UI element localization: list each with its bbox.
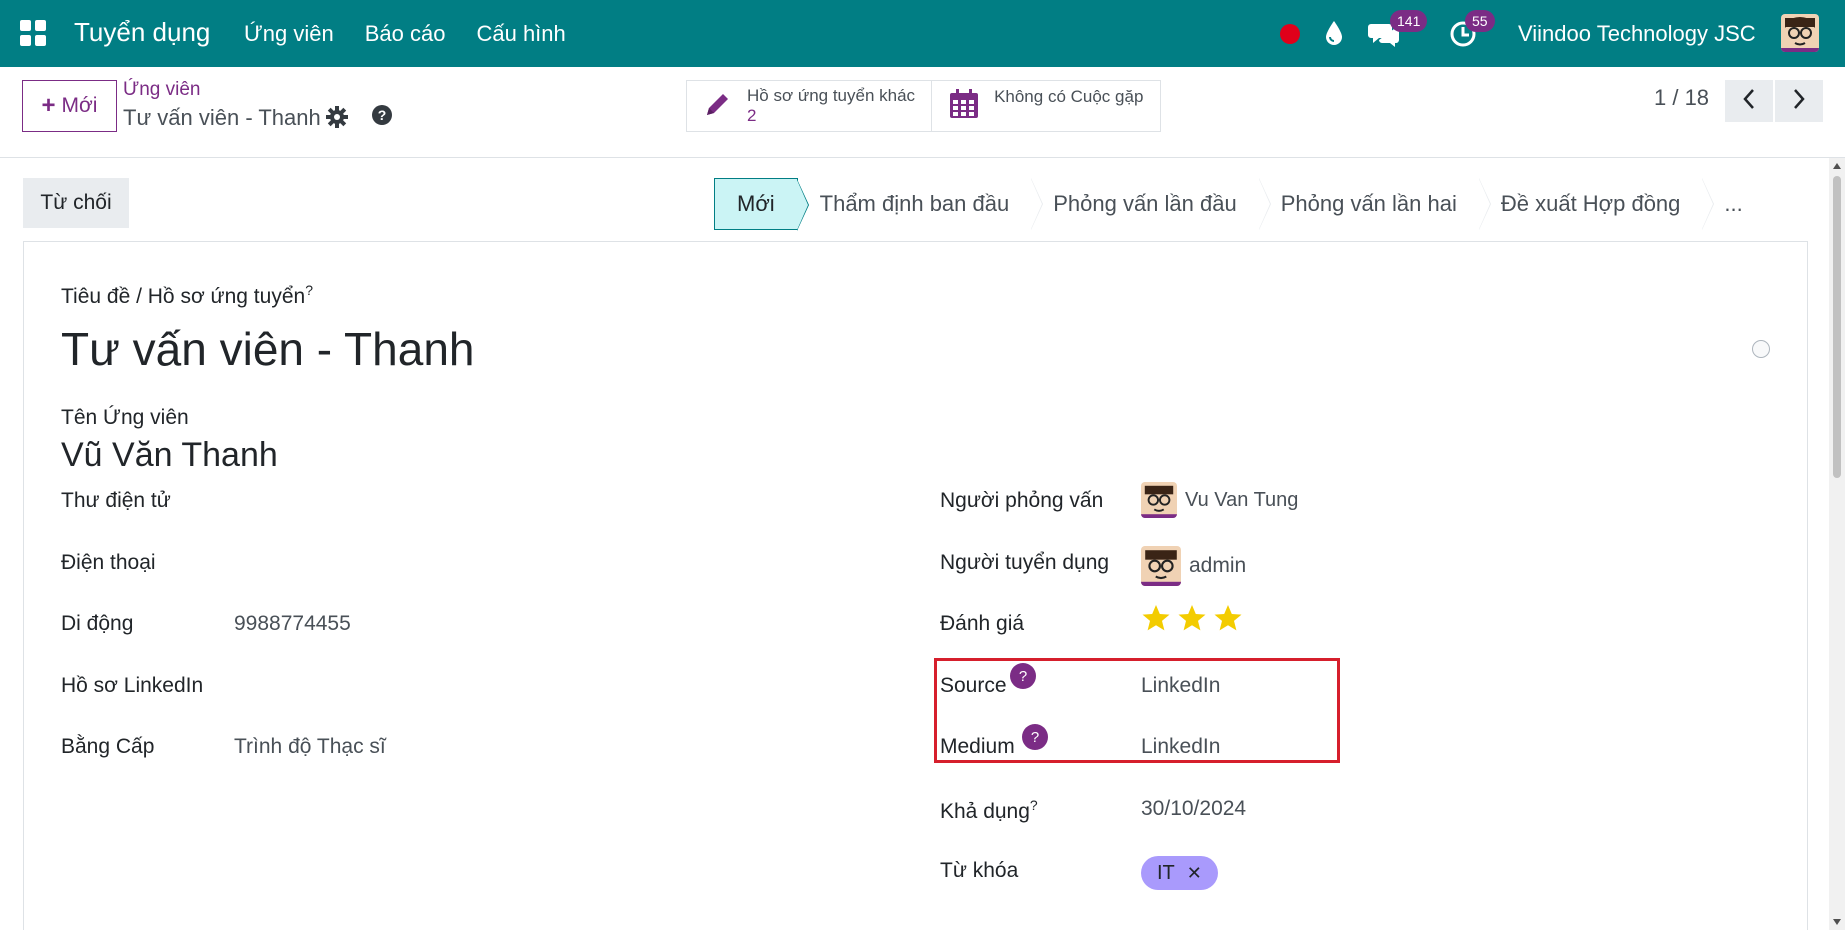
stage-label: Phỏng vấn lần đầu	[1053, 191, 1237, 216]
degree-label: Bằng Cấp	[61, 735, 155, 758]
title-help-icon[interactable]: ?	[305, 282, 313, 298]
stage-label: ...	[1724, 191, 1743, 216]
pager-value[interactable]: 1 / 18	[1654, 85, 1709, 111]
pager-next-button[interactable]	[1775, 80, 1823, 122]
highlight-box	[934, 658, 1340, 763]
recruiter-name: admin	[1189, 554, 1247, 577]
new-button[interactable]: + Mới	[22, 80, 117, 132]
meetings-button[interactable]: Không có Cuộc gặp	[931, 81, 1159, 131]
user-avatar[interactable]	[1781, 14, 1819, 52]
control-panel: + Mới Ứng viên Tư vấn viên - Thanh ? Hồ …	[0, 67, 1845, 158]
stage-label: Mới	[737, 191, 775, 216]
availability-field[interactable]: 30/10/2024	[1141, 797, 1246, 821]
phone-field[interactable]	[234, 551, 874, 581]
help-icon[interactable]: ?	[371, 104, 393, 131]
tags-label: Từ khóa	[940, 859, 1019, 882]
stage-label: Đề xuất Hợp đồng	[1500, 191, 1681, 216]
refuse-button[interactable]: Từ chối	[23, 178, 129, 228]
mobile-label: Di động	[61, 612, 134, 635]
calendar-icon	[948, 88, 980, 125]
scroll-down-icon[interactable]	[1833, 919, 1841, 925]
stage-second-interview[interactable]: Phỏng vấn lần hai	[1258, 178, 1491, 230]
menu-item-reports[interactable]: Báo cáo	[365, 21, 446, 47]
breadcrumb-parent[interactable]: Ứng viên	[123, 79, 201, 101]
availability-label: Khả dụng?	[940, 797, 1038, 823]
avatar	[1141, 482, 1177, 518]
record-indicator-icon[interactable]	[1280, 24, 1300, 44]
priority-radio[interactable]	[1752, 340, 1770, 358]
interviewer-name: Vu Van Tung	[1185, 488, 1299, 511]
activity-count-badge: 55	[1465, 10, 1495, 32]
other-applications-label: Hồ sơ ứng tuyển khác	[747, 86, 916, 105]
recruiter-field[interactable]: admin	[1141, 546, 1246, 586]
close-icon[interactable]: ✕	[1187, 863, 1202, 884]
svg-text:?: ?	[378, 107, 387, 123]
interviewer-field[interactable]: Vu Van Tung	[1141, 482, 1298, 518]
linkedin-field[interactable]	[234, 674, 874, 704]
degree-field[interactable]: Trình độ Thạc sĩ	[234, 735, 386, 759]
interviewer-label: Người phỏng vấn	[940, 489, 1104, 512]
pencil-icon	[703, 89, 733, 124]
menu-item-config[interactable]: Cấu hình	[476, 21, 565, 47]
drop-icon[interactable]	[1325, 20, 1343, 51]
rating-stars	[1141, 603, 1243, 638]
other-applications-button[interactable]: Hồ sơ ứng tuyển khác 2	[687, 81, 931, 131]
other-applications-count: 2	[747, 106, 757, 125]
main-menu: Ứng viên Báo cáo Cấu hình	[244, 21, 566, 47]
new-button-label: Mới	[61, 94, 98, 117]
chat-count-badge: 141	[1390, 10, 1428, 32]
menu-item-applicants[interactable]: Ứng viên	[244, 21, 334, 47]
company-switcher[interactable]: Viindoo Technology JSC	[1518, 21, 1756, 47]
chevron-left-icon	[1742, 88, 1756, 115]
email-label: Thư điện tử	[61, 489, 171, 512]
apps-menu-icon[interactable]	[20, 20, 46, 46]
title-label: Tiêu đề / Hồ sơ ứng tuyển?	[61, 282, 313, 308]
chevron-right-icon	[1792, 88, 1806, 115]
candidate-name-label: Tên Ứng viên	[61, 406, 189, 429]
meetings-label: Không có Cuộc gặp	[994, 87, 1144, 106]
scrollbar-thumb[interactable]	[1833, 176, 1841, 478]
stage-label: Phỏng vấn lần hai	[1280, 191, 1457, 216]
candidate-name-field[interactable]: Vũ Văn Thanh	[61, 436, 278, 475]
tag-label: IT	[1157, 861, 1175, 884]
phone-label: Điện thoại	[61, 551, 156, 574]
app-brand[interactable]: Tuyển dụng	[74, 17, 210, 48]
stage-contract-proposal[interactable]: Đề xuất Hợp đồng	[1478, 178, 1715, 230]
status-bar: Từ chối Mới Thẩm định ban đầu Phỏng vấn …	[23, 178, 1808, 231]
stage-first-interview[interactable]: Phỏng vấn lần đầu	[1031, 178, 1271, 230]
stage-new[interactable]: Mới	[714, 178, 809, 231]
stage-pipeline: Mới Thẩm định ban đầu Phỏng vấn lần đầu …	[714, 178, 1769, 231]
title-field[interactable]: Tư vấn viên - Thanh	[61, 322, 474, 376]
stage-initial-qualification[interactable]: Thẩm định ban đầu	[797, 178, 1044, 230]
smart-buttons: Hồ sơ ứng tuyển khác 2 Không có Cuộc gặp	[686, 80, 1161, 132]
email-field[interactable]	[234, 489, 874, 519]
availability-help-icon[interactable]: ?	[1030, 797, 1038, 813]
plus-icon: +	[41, 92, 56, 119]
star-icon[interactable]	[1141, 603, 1171, 638]
recruiter-label: Người tuyển dụng	[940, 551, 1110, 574]
star-icon[interactable]	[1213, 603, 1243, 638]
form-sheet: Tiêu đề / Hồ sơ ứng tuyển? Tư vấn viên -…	[23, 241, 1808, 930]
rating-label: Đánh giá	[940, 612, 1025, 635]
tag-it[interactable]: IT ✕	[1141, 856, 1218, 890]
stage-label: Thẩm định ban đầu	[819, 191, 1010, 216]
star-icon[interactable]	[1177, 603, 1207, 638]
avatar	[1141, 546, 1181, 586]
top-navbar: Tuyển dụng Ứng viên Báo cáo Cấu hình 141…	[0, 0, 1845, 67]
pager-previous-button[interactable]	[1725, 80, 1773, 122]
mobile-field[interactable]: 9988774455	[234, 612, 351, 636]
page-scrollbar[interactable]	[1829, 158, 1845, 930]
gear-icon[interactable]	[326, 106, 348, 133]
breadcrumb-current: Tư vấn viên - Thanh	[123, 105, 321, 130]
scroll-up-icon[interactable]	[1833, 163, 1841, 169]
linkedin-label: Hồ sơ LinkedIn	[61, 674, 204, 697]
